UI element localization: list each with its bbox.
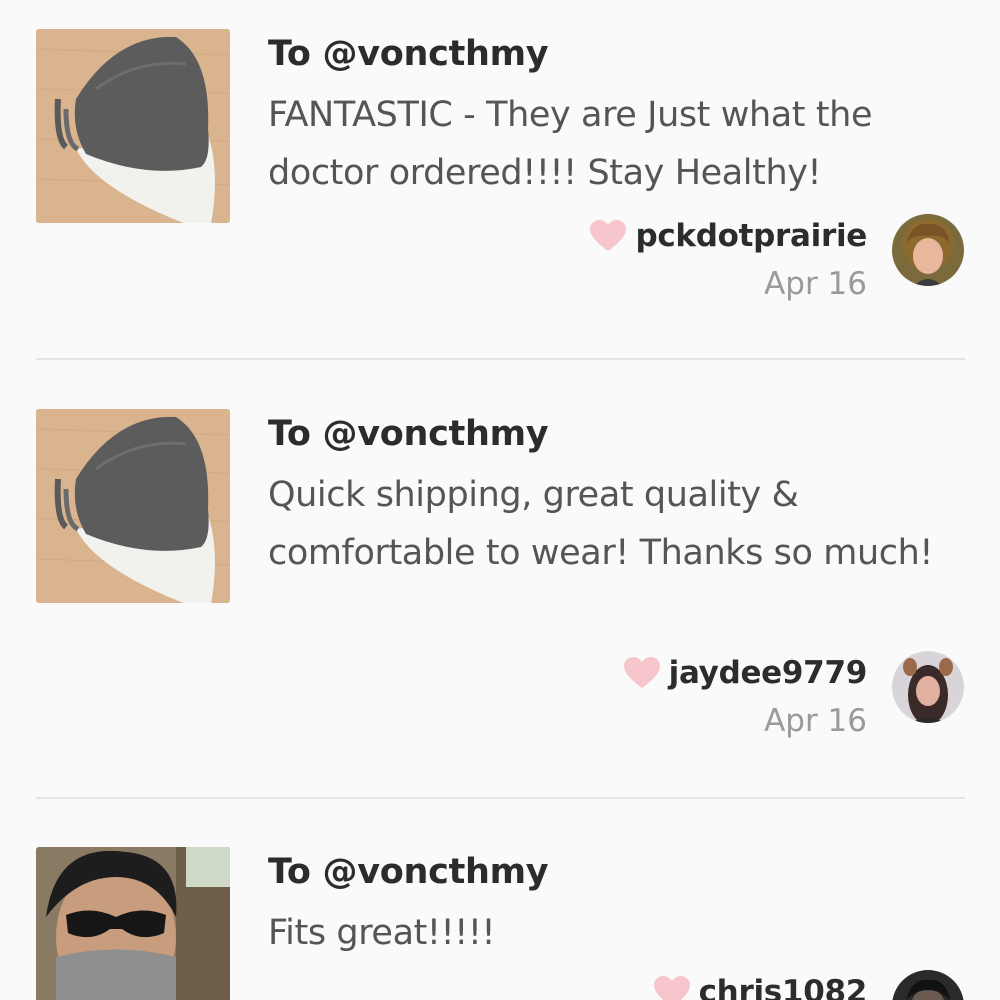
review-text: Fits great!!!!! bbox=[268, 913, 496, 953]
review-username[interactable]: chris1082 bbox=[699, 974, 868, 1000]
review-text: Quick shipping, great quality & comforta… bbox=[268, 475, 933, 573]
review-author: pckdotprairie bbox=[589, 216, 867, 256]
user-avatar[interactable] bbox=[892, 214, 964, 286]
review-recipient[interactable]: To @voncthmy bbox=[268, 852, 549, 892]
review-photo[interactable] bbox=[36, 29, 230, 223]
review-username[interactable]: jaydee9779 bbox=[669, 655, 868, 691]
review-author: jaydee9779 bbox=[623, 653, 867, 693]
divider bbox=[36, 797, 965, 799]
heart-icon[interactable] bbox=[623, 656, 661, 690]
review-date: Apr 16 bbox=[764, 703, 867, 739]
user-avatar[interactable] bbox=[892, 970, 964, 1000]
heart-icon[interactable] bbox=[653, 975, 691, 1000]
heart-icon[interactable] bbox=[589, 219, 627, 253]
review-text: FANTASTIC - They are Just what the docto… bbox=[268, 95, 873, 193]
review-recipient[interactable]: To @voncthmy bbox=[268, 414, 549, 454]
divider bbox=[36, 358, 965, 360]
review-username[interactable]: pckdotprairie bbox=[635, 218, 867, 254]
review-photo[interactable] bbox=[36, 847, 230, 1000]
mask-photo-image bbox=[36, 29, 230, 223]
mask-photo-image bbox=[36, 409, 230, 603]
man-mask-photo-image bbox=[36, 847, 230, 1000]
review-author: chris1082 bbox=[653, 972, 867, 1000]
user-avatar[interactable] bbox=[892, 651, 964, 723]
review-feed: To @voncthmy FANTASTIC - They are Just w… bbox=[0, 0, 1000, 1000]
review-recipient[interactable]: To @voncthmy bbox=[268, 34, 549, 74]
review-photo[interactable] bbox=[36, 409, 230, 603]
review-date: Apr 16 bbox=[764, 266, 867, 302]
